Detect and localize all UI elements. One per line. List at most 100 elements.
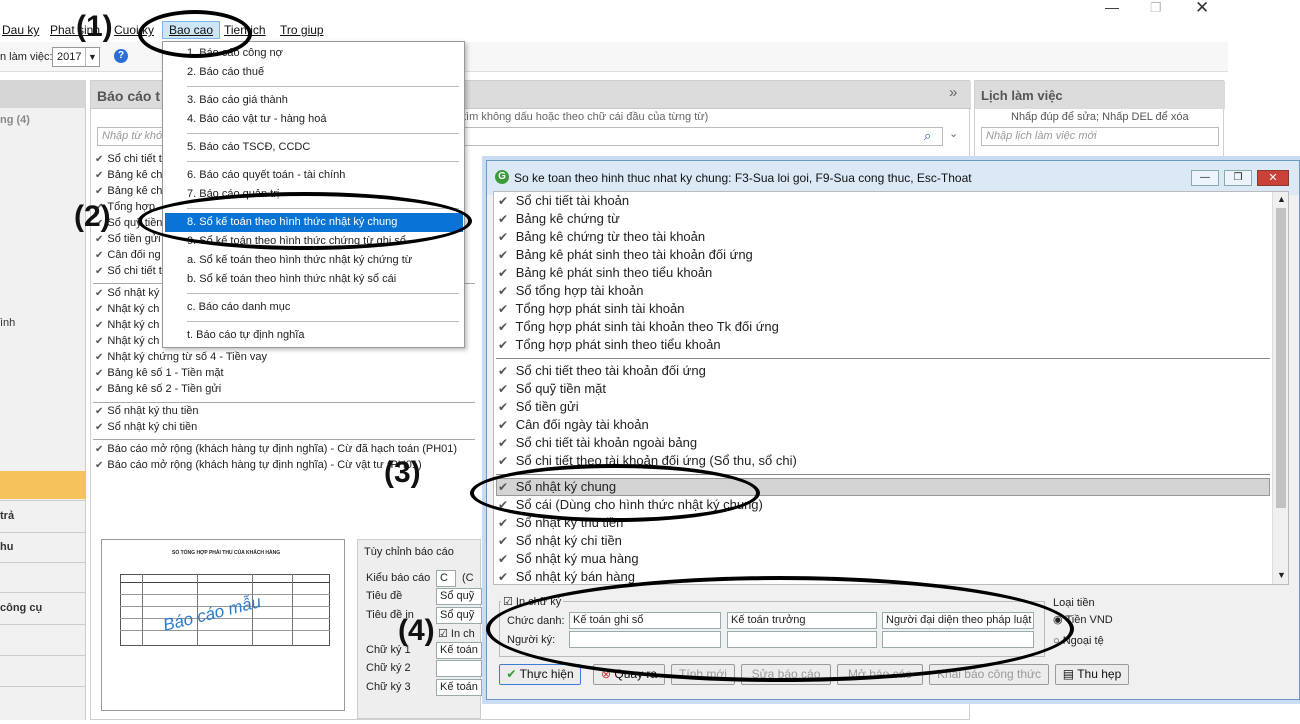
list-item[interactable]: ✔ Sổ quỹ tiền mặt <box>498 381 606 396</box>
list-item[interactable]: ✔ Sổ nhật ký chi tiền <box>95 421 197 433</box>
list-item[interactable]: ✔ Nhật ký chứng từ số 4 - Tiền vay <box>95 351 267 363</box>
list-item[interactable]: ✔ Sổ chi tiết t <box>95 153 162 165</box>
list-item-label: Cân đối ngày tài khoản <box>515 417 649 432</box>
list-item[interactable]: ✔ Bảng kê phát sinh theo tiểu khoản <box>498 265 712 280</box>
year-select[interactable]: 2017 ▼ <box>52 47 100 67</box>
help-icon[interactable]: ? <box>114 49 128 63</box>
check-icon: ✔ <box>498 230 509 244</box>
list-item[interactable]: ✔ Tổng hợp phát sinh theo tiểu khoản <box>498 337 721 352</box>
menu-item-bao-cao-quyet-toan[interactable]: 6. Báo cáo quyết toán - tài chính <box>187 169 345 181</box>
list-item[interactable]: ✔ Sổ chi tiết tài khoản ngoài bảng <box>498 435 697 450</box>
list-item-label: Tổng hợp phát sinh tài khoản <box>515 301 685 316</box>
maximize-icon[interactable]: ❐ <box>1150 0 1162 16</box>
list-item[interactable]: ✔ Sổ chi tiết theo tài khoản đối ứng <box>498 363 706 378</box>
narrow-label: Thu hẹp <box>1077 667 1122 681</box>
collapse-icon[interactable]: » <box>949 84 957 101</box>
check-icon: ✔ <box>498 454 509 468</box>
list-item[interactable]: ✔ Báo cáo mở rộng (khách hàng tự định ngh… <box>95 459 422 471</box>
check-icon: ✔ <box>95 352 104 363</box>
list-item[interactable]: ✔ Sổ tiền gửi <box>498 399 579 414</box>
run-button[interactable]: ✔ Thực hiện <box>499 664 581 685</box>
scroll-thumb[interactable] <box>1276 208 1286 508</box>
restore-icon[interactable]: ❐ <box>1224 170 1252 186</box>
list-item-label: Sổ nhật ký chi tiền <box>107 421 198 433</box>
menu-item-bao-cao-thue[interactable]: 2. Báo cáo thuế <box>187 66 264 78</box>
list-item[interactable]: ✔ Sổ nhật ký bán hàng <box>498 569 635 584</box>
list-item[interactable]: ✔ Cân đối ng <box>95 249 161 261</box>
menu-item-bao-cao-danh-muc[interactable]: c. Báo cáo danh mục <box>187 301 290 313</box>
list-item[interactable]: ✔ Bảng kê số 1 - Tiền mặt <box>95 367 224 379</box>
menu-item-bao-cao-tscd[interactable]: 5. Báo cáo TSCĐ, CCDC <box>187 141 310 153</box>
chuky3-field[interactable]: Kế toán <box>436 679 482 696</box>
check-icon: ✔ <box>498 400 509 414</box>
list-item[interactable]: ✔ Sổ chi tiết t <box>95 265 162 277</box>
menu-item-bao-cao-tu-dinh-nghia[interactable]: t. Báo cáo tự định nghĩa <box>187 329 304 341</box>
nav-item-1[interactable]: ng (4) <box>0 114 86 126</box>
list-item[interactable]: ✔ Báo cáo mở rộng (khách hàng tự định ngh… <box>95 443 457 455</box>
list-item[interactable]: ✔ Nhật ký ch <box>95 303 159 315</box>
list-item[interactable]: ✔ Bảng kê ch <box>95 185 162 197</box>
nav-item-2[interactable]: ình <box>0 317 86 329</box>
list-item[interactable]: ✔ Sổ nhật ký chi tiền <box>498 533 622 548</box>
list-item[interactable]: ✔ Sổ nhật ký thu tiền <box>95 405 199 417</box>
chuky2-field[interactable] <box>436 660 482 677</box>
menu-item-so-ke-toan-nkct[interactable]: a. Sổ kế toán theo hình thức nhật ký chứ… <box>187 254 412 266</box>
search-icon[interactable]: ⌕ <box>924 128 931 144</box>
chuky1-field[interactable]: Kế toán <box>436 642 482 659</box>
inchu-checkbox[interactable]: ☑ In ch <box>438 627 475 640</box>
schedule-input[interactable]: Nhập lịch làm việc mới <box>981 127 1219 146</box>
list-item[interactable]: ✔ Sổ nhật ký <box>95 287 159 299</box>
list-item[interactable]: ✔ Sổ nhật ký mua hàng <box>498 551 639 566</box>
nav-item-3[interactable]: trả <box>0 510 86 522</box>
nav-item-4[interactable]: hu <box>0 541 86 553</box>
tieudein-field[interactable]: Sổ quỹ <box>436 607 482 624</box>
minimize-icon[interactable]: — <box>1105 0 1119 15</box>
minimize-icon[interactable]: — <box>1191 170 1219 186</box>
list-item[interactable]: ✔ Bảng kê phát sinh theo tài khoản đối ứ… <box>498 247 753 262</box>
list-item[interactable]: ✔ Nhật ký ch <box>95 335 159 347</box>
list-item[interactable]: ✔ Tổng hợp phát sinh tài khoản theo Tk đ… <box>498 319 779 334</box>
chevron-down-icon[interactable]: ▼ <box>85 48 99 66</box>
annotation-ellipse-3 <box>470 464 760 522</box>
kieu-extra: (C <box>462 572 474 584</box>
menu-dau-ky[interactable]: Dau ky <box>2 23 39 37</box>
check-icon: ✔ <box>498 266 509 280</box>
list-item-label: Nhật ký ch <box>107 335 160 347</box>
list-item[interactable]: ✔ Bảng kê chứng từ theo tài khoản <box>498 229 705 244</box>
list-item[interactable]: ✔ Sổ tiền gửi <box>95 233 161 245</box>
list-item-label: Báo cáo mở rộng (khách hàng tự định nghĩ… <box>107 443 458 455</box>
close-icon[interactable]: ✕ <box>1257 170 1289 186</box>
menu-tro-giup[interactable]: Tro giup <box>280 23 324 37</box>
list-item[interactable]: ✔ Sổ tổng hợp tài khoản <box>498 283 643 298</box>
close-icon[interactable]: ✕ <box>1195 0 1209 18</box>
list-item-label: Sổ chi tiết tài khoản ngoài bảng <box>515 435 698 450</box>
nav-item-5[interactable]: công cụ <box>0 602 86 614</box>
nav-item-active[interactable] <box>0 471 86 499</box>
report-thumbnail: SỔ TỔNG HỢP PHẢI THU CỦA KHÁCH HÀNG Báo … <box>101 539 345 711</box>
narrow-button[interactable]: ▤ Thu hẹp <box>1055 664 1129 685</box>
list-item[interactable]: ✔ Nhật ký ch <box>95 319 159 331</box>
check-icon: ✔ <box>95 266 104 277</box>
list-item[interactable]: ✔ Sổ chi tiết tài khoản <box>498 193 629 208</box>
menu-item-so-ke-toan-nksc[interactable]: b. Sổ kế toán theo hình thức nhật ký sổ … <box>187 273 396 285</box>
list-item-label: Sổ nhật ký bán hàng <box>515 569 635 584</box>
menu-divider <box>187 293 459 294</box>
menu-item-bao-cao-vat-tu[interactable]: 4. Báo cáo vật tư - hàng hoá <box>187 113 326 125</box>
list-item-label: Sổ chi tiết t <box>107 153 162 165</box>
list-item[interactable]: ✔ Bảng kê chứng từ <box>498 211 620 226</box>
scrollbar[interactable]: ▲ ▼ <box>1272 192 1288 584</box>
chevron-up-icon[interactable]: ▲ <box>1277 194 1286 204</box>
chuky2-label: Chữ ký 2 <box>366 662 411 674</box>
kieu-field[interactable]: C <box>436 570 456 587</box>
menu-item-bao-cao-gia-thanh[interactable]: 3. Báo cáo giá thành <box>187 94 288 106</box>
list-item[interactable]: ✔ Tổng hợp phát sinh tài khoản <box>498 301 684 316</box>
schedule-hint: Nhấp đúp để sửa; Nhấp DEL để xóa <box>1011 111 1189 123</box>
list-item[interactable]: ✔ Bảng kê ch <box>95 169 162 181</box>
list-item[interactable]: ✔ Cân đối ngày tài khoản <box>498 417 649 432</box>
expand-icon[interactable]: ⌄ <box>949 127 958 140</box>
check-icon: ✔ <box>498 320 509 334</box>
chevron-down-icon[interactable]: ▼ <box>1277 570 1286 580</box>
list-item[interactable]: ✔ Bảng kê số 2 - Tiền gửi <box>95 383 221 395</box>
tieude-field[interactable]: Sổ quỹ <box>436 588 482 605</box>
list-item-label: Nhật ký ch <box>107 319 160 331</box>
